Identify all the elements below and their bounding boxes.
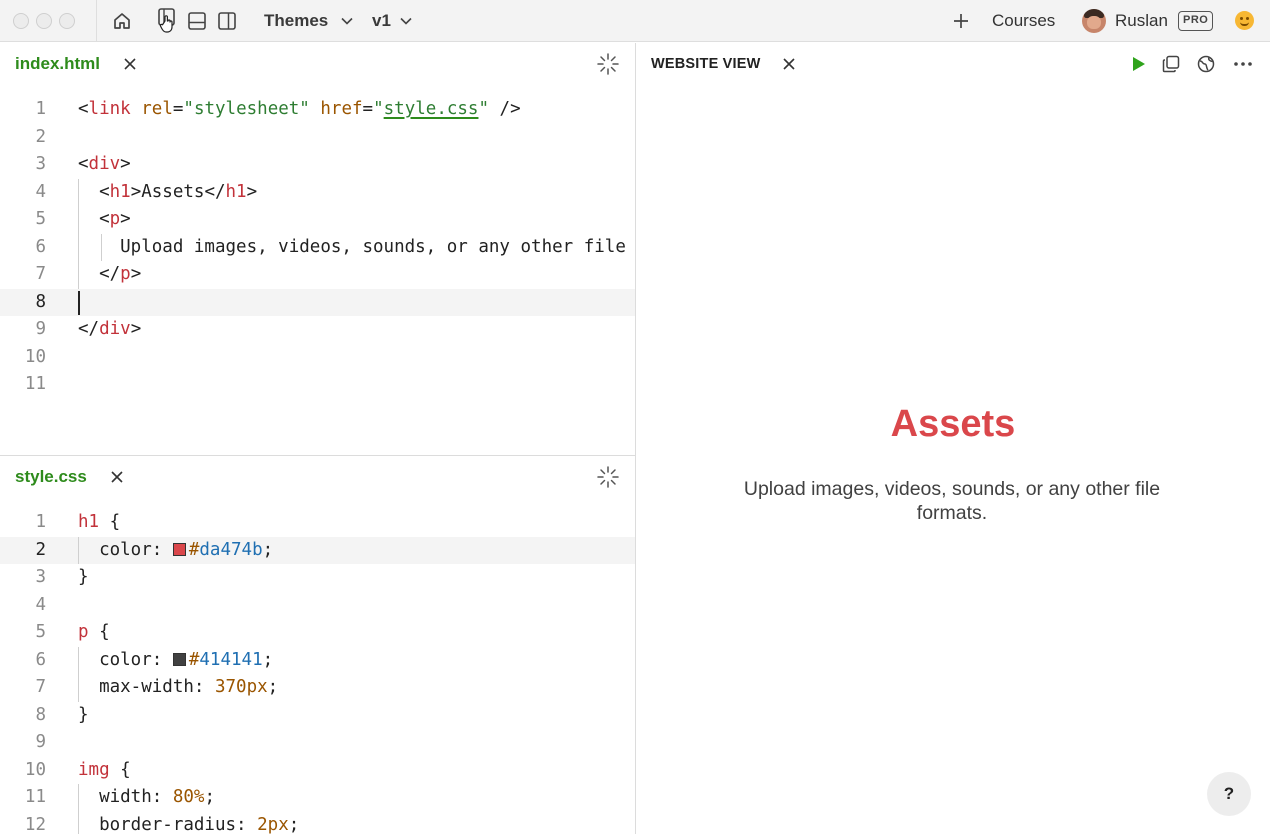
window-close-button[interactable] <box>13 13 29 29</box>
layout-columns-icon[interactable] <box>216 10 238 32</box>
html-editor-header: index.html <box>0 43 635 85</box>
app-toolbar: Themes v1 Courses Ruslan PRO <box>0 0 1270 42</box>
website-view-pane: WEBSITE VIEW Assets Upload images, video… <box>636 43 1270 834</box>
window-minimize-button[interactable] <box>36 13 52 29</box>
emoji-icon[interactable] <box>1235 11 1254 30</box>
code-line: 10 img { <box>24 759 131 780</box>
code-line: 12 border-radius: 2px; <box>0 811 635 834</box>
tab-style-css[interactable]: style.css <box>15 467 87 487</box>
css-editor-pane: style.css 1 h1 { 2 color: #da474b; 3} 4 5… <box>0 456 635 834</box>
themes-menu[interactable]: Themes <box>264 10 328 32</box>
avatar[interactable] <box>1082 9 1106 33</box>
toolbar-divider <box>96 0 97 42</box>
code-line: 4 <box>35 594 46 615</box>
code-line: 3 <div> <box>35 154 131 174</box>
code-line: 9 </div> <box>35 319 142 339</box>
close-icon[interactable] <box>778 53 800 75</box>
window-zoom-button[interactable] <box>59 13 75 29</box>
user-name[interactable]: Ruslan <box>1115 10 1168 32</box>
code-line: 2 <box>35 126 46 147</box>
code-line: 9 <box>35 732 46 752</box>
code-line: 4 <h1>Assets</h1> <box>0 178 635 206</box>
code-line: 6 color: #414141; <box>0 646 635 674</box>
format-code-icon[interactable] <box>596 465 620 489</box>
home-icon[interactable] <box>111 10 133 32</box>
help-button[interactable]: ? <box>1207 772 1251 816</box>
code-line-active: 2 color: #da474b; <box>0 536 635 564</box>
html-editor-pane: index.html 1 <link rel="stylesheet" href=… <box>0 43 635 455</box>
run-icon[interactable] <box>1128 53 1150 75</box>
layout-single-icon[interactable] <box>156 8 178 33</box>
version-menu[interactable]: v1 <box>372 10 391 32</box>
html-code-area[interactable]: 1 <link rel="stylesheet" href="style.css"… <box>0 96 635 399</box>
preview-paragraph: Upload images, videos, sounds, or any ot… <box>743 478 1161 524</box>
tab-index-html[interactable]: index.html <box>15 54 100 74</box>
more-options-icon[interactable] <box>1232 53 1254 75</box>
code-line: 7 </p> <box>0 261 635 289</box>
chevron-down-icon[interactable] <box>398 10 414 32</box>
pro-badge: PRO <box>1178 11 1214 31</box>
css-editor-header: style.css <box>0 456 635 498</box>
color-swatch[interactable] <box>172 542 186 556</box>
preview-heading: Assets <box>890 403 1016 445</box>
code-line: 11 width: 80%; <box>0 784 635 812</box>
code-line: 6 Upload images, videos, sounds, or any … <box>0 233 635 261</box>
code-line: 8} <box>35 704 89 725</box>
plus-icon[interactable] <box>950 10 972 32</box>
color-swatch[interactable] <box>172 652 186 666</box>
close-icon[interactable] <box>120 54 140 74</box>
code-line-active: 8 <box>0 288 635 316</box>
text-cursor <box>78 290 80 315</box>
code-line: 1 <link rel="stylesheet" href="style.css"… <box>35 99 521 119</box>
layout-stacked-icon[interactable] <box>186 10 208 32</box>
code-line: 5 <p> <box>0 206 635 234</box>
chevron-down-icon[interactable] <box>339 10 355 32</box>
code-line: 5p { <box>35 622 110 642</box>
duplicate-icon[interactable] <box>1160 53 1182 75</box>
code-line: 3} <box>35 567 89 587</box>
website-view-title: WEBSITE VIEW <box>651 56 761 72</box>
courses-link[interactable]: Courses <box>992 10 1055 32</box>
format-code-icon[interactable] <box>596 52 620 76</box>
globe-icon[interactable] <box>1195 53 1217 75</box>
code-line: 1 h1 { <box>35 512 121 532</box>
css-code-area[interactable]: 1 h1 { 2 color: #da474b; 3} 4 5p { 6 colo… <box>0 509 635 834</box>
code-line: 7 max-width: 370px; <box>0 674 635 702</box>
code-line: 11 <box>24 374 46 394</box>
code-line: 10 <box>24 346 46 367</box>
close-icon[interactable] <box>107 467 127 487</box>
